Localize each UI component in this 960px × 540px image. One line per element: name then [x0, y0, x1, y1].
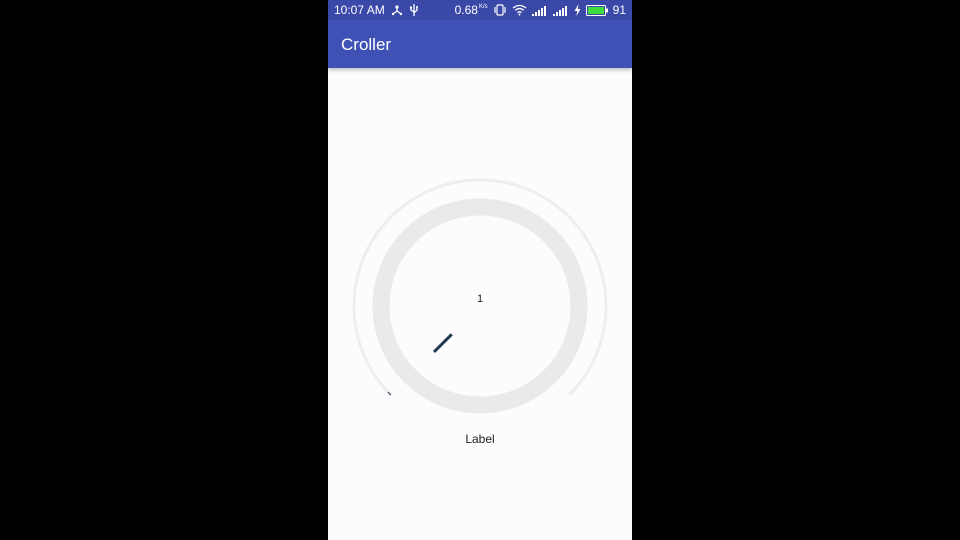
app-title: Croller: [341, 35, 392, 54]
data-rate: 0.68 K/s: [455, 3, 488, 17]
app-bar: Croller: [328, 20, 632, 68]
phone-screen: 10:07 AM 0.68 K/s 91 Croller 1 Label: [328, 0, 632, 540]
data-rate-value: 0.68: [454, 3, 478, 17]
status-time: 10:07 AM: [334, 3, 385, 17]
croller-knob[interactable]: [350, 176, 610, 436]
croller-label: Label: [465, 432, 495, 446]
wifi-icon: [512, 4, 527, 16]
croller-value: 1: [476, 293, 484, 305]
status-right: 0.68 K/s 91: [455, 3, 626, 17]
signal-icon-2: [552, 5, 569, 16]
croller-indicator: [432, 333, 453, 354]
status-left: 10:07 AM: [334, 3, 419, 17]
vibrate-icon: [493, 4, 507, 16]
croller-main-circle: [372, 198, 588, 414]
battery-icon: [585, 4, 608, 16]
status-bar: 10:07 AM 0.68 K/s 91: [328, 0, 632, 20]
content-area: 1 Label: [328, 68, 632, 540]
charging-icon: [574, 4, 581, 16]
usb-icon: [409, 3, 419, 17]
signal-icon: [531, 5, 548, 16]
usb-tether-icon: [391, 4, 403, 16]
battery-level: 91: [612, 3, 626, 17]
data-rate-unit: K/s: [478, 4, 488, 10]
